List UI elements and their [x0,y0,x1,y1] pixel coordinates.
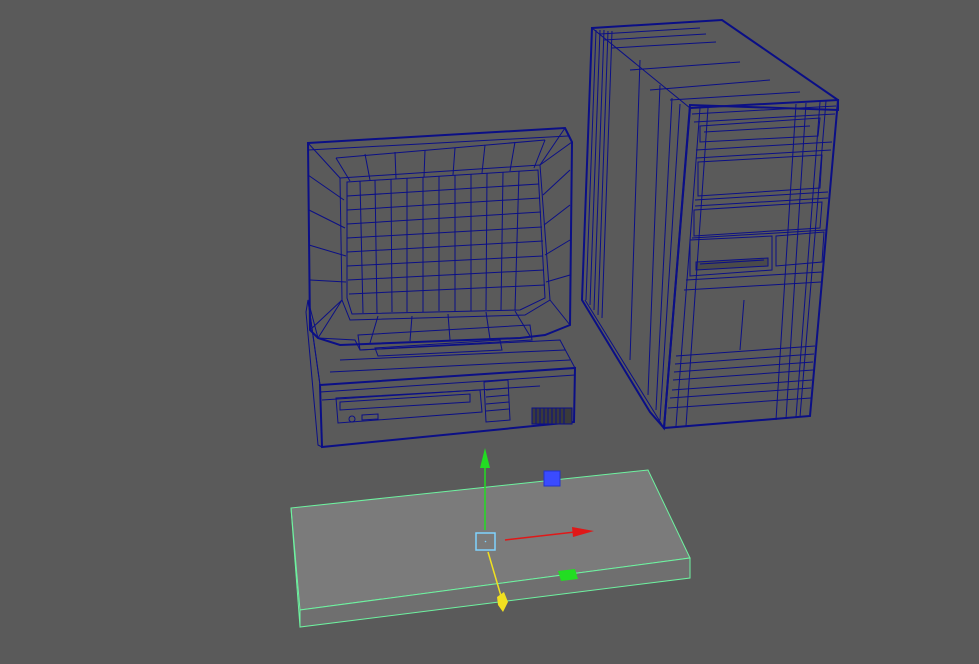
desktop-base-unit[interactable] [305,299,577,449]
keyboard-slab[interactable] [290,469,691,628]
xy-plane-handle[interactable] [543,470,561,487]
3d-viewport[interactable] [0,0,979,664]
vent-grille-icon [531,407,573,425]
viewport-canvas[interactable] [0,0,979,664]
y-axis-arrow-icon[interactable] [480,448,490,468]
crt-monitor[interactable] [306,126,574,357]
tower-case[interactable] [580,18,840,431]
yz-plane-handle[interactable] [558,569,578,581]
